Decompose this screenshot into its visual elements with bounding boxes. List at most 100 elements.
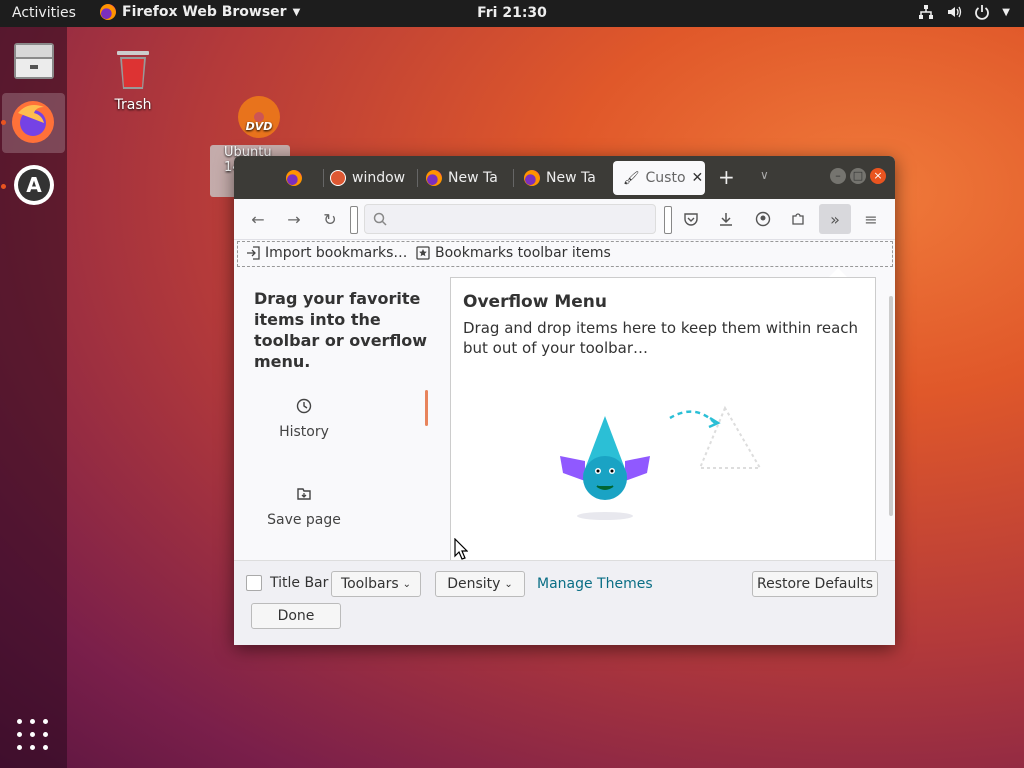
- account-icon: [755, 211, 771, 227]
- done-label: Done: [277, 608, 315, 624]
- files-dock-item[interactable]: [2, 33, 65, 93]
- bookmarks-toolbar-items[interactable]: Bookmarks toolbar items: [416, 245, 611, 261]
- title-bar-checkbox[interactable]: [246, 575, 262, 591]
- close-button[interactable]: ×: [870, 168, 886, 184]
- overflow-menu-button[interactable]: »: [819, 204, 851, 234]
- firefox-icon: [12, 101, 54, 143]
- toolbars-dropdown[interactable]: Toolbars ⌄: [331, 571, 421, 597]
- minimize-button[interactable]: –: [830, 168, 846, 184]
- density-dropdown[interactable]: Density ⌄: [435, 571, 525, 597]
- trash-icon: [117, 51, 149, 89]
- palette-intro: Drag your favorite items into the toolba…: [254, 289, 428, 371]
- palette-item-label: History: [279, 424, 329, 440]
- flexible-space[interactable]: [350, 206, 358, 234]
- dock: A: [0, 27, 67, 768]
- customize-footer: Title Bar Toolbars ⌄ Density ⌄ Manage Th…: [234, 560, 895, 645]
- bookmark-star-icon: [416, 246, 430, 260]
- software-updater-icon: A: [14, 165, 54, 205]
- title-bar-toggle[interactable]: Title Bar: [246, 575, 328, 591]
- running-indicator: [1, 120, 6, 125]
- tab-window[interactable]: window: [320, 161, 418, 195]
- overflow-title: Overflow Menu: [463, 292, 608, 312]
- tab-firefox-view[interactable]: [276, 161, 324, 195]
- firefox-icon: [426, 170, 442, 186]
- back-arrow-icon: ←: [251, 209, 265, 229]
- firefox-dock-item[interactable]: [2, 93, 65, 153]
- forward-arrow-icon: →: [287, 209, 301, 229]
- reload-icon: ↻: [323, 209, 337, 229]
- tab-label: New Ta: [546, 170, 596, 186]
- firefox-icon: [524, 170, 540, 186]
- flexible-space[interactable]: [664, 206, 672, 234]
- app-menu-button[interactable]: ≡: [857, 206, 885, 232]
- import-bookmarks-label: Import bookmarks…: [265, 245, 408, 261]
- dragon-illustration: [560, 405, 762, 520]
- overflow-arrow: [829, 268, 847, 277]
- close-tab-icon[interactable]: ✕: [692, 170, 704, 186]
- pocket-icon: [684, 213, 698, 226]
- forward-button[interactable]: →: [280, 206, 308, 232]
- top-bar: Activities Firefox Web Browser ▼ Fri 21:…: [0, 0, 1024, 27]
- tab-label: New Ta: [448, 170, 498, 186]
- density-label: Density: [447, 576, 501, 592]
- double-chevron-right-icon: »: [830, 209, 840, 229]
- downloads-button[interactable]: [712, 206, 740, 232]
- overflow-description: Drag and drop items here to keep them wi…: [463, 319, 859, 357]
- download-icon: [720, 213, 732, 226]
- dvd-icon: DVD: [238, 96, 280, 138]
- trash-desktop-icon[interactable]: Trash: [104, 45, 162, 113]
- reload-button[interactable]: ↻: [316, 206, 344, 232]
- firefox-icon: [286, 170, 302, 186]
- back-button[interactable]: ←: [244, 206, 272, 232]
- list-all-tabs-button[interactable]: ∨: [760, 168, 769, 182]
- svg-text:A: A: [26, 173, 42, 197]
- account-button[interactable]: [749, 206, 777, 232]
- maximize-button[interactable]: □: [850, 168, 866, 184]
- palette-scrollbar[interactable]: [425, 390, 428, 426]
- new-tab-button[interactable]: +: [718, 165, 735, 189]
- hamburger-menu-icon: ≡: [864, 209, 878, 229]
- save-page-icon: [297, 488, 311, 500]
- palette-item-history[interactable]: History: [234, 398, 374, 440]
- customize-palette: Drag your favorite items into the toolba…: [234, 268, 449, 560]
- title-bar-label: Title Bar: [270, 575, 329, 591]
- clock[interactable]: Fri 21:30: [0, 5, 1024, 21]
- tab-label: window: [352, 170, 406, 186]
- extensions-button[interactable]: [784, 206, 812, 232]
- tab-label: Custo: [645, 170, 686, 186]
- puzzle-piece-icon: [792, 213, 804, 225]
- show-applications-icon[interactable]: [17, 719, 50, 752]
- power-icon: [975, 5, 990, 20]
- network-icon: [919, 5, 934, 19]
- volume-icon: [948, 6, 962, 18]
- done-button[interactable]: Done: [251, 603, 341, 629]
- software-updater-dock-item[interactable]: A: [2, 157, 65, 217]
- import-bookmarks-button[interactable]: Import bookmarks…: [246, 245, 407, 261]
- tab-bar: window New Ta New Ta 🖌 Custo ✕ + ∨ – □ ×: [234, 156, 895, 199]
- dvd-badge: DVD: [246, 120, 273, 133]
- firefox-window: window New Ta New Ta 🖌 Custo ✕ + ∨ – □ ×…: [234, 156, 895, 645]
- overflow-menu-panel[interactable]: Overflow Menu Drag and drop items here t…: [450, 277, 876, 562]
- import-icon: [247, 246, 260, 260]
- tab-customize[interactable]: 🖌 Custo ✕: [613, 161, 705, 195]
- palette-item-label: Save page: [267, 512, 341, 528]
- tab-new-tab-2[interactable]: New Ta: [514, 161, 612, 195]
- running-indicator: [1, 184, 6, 189]
- paintbrush-icon: 🖌: [623, 170, 640, 186]
- overflow-scrollbar[interactable]: [889, 296, 893, 516]
- bookmarks-toolbar: Import bookmarks… Bookmarks toolbar item…: [237, 241, 893, 267]
- tab-new-tab-1[interactable]: New Ta: [416, 161, 514, 195]
- system-tray[interactable]: ▼: [918, 4, 1010, 20]
- pocket-button[interactable]: [677, 206, 705, 232]
- trash-label: Trash: [114, 97, 152, 113]
- chevron-down-icon: ⌄: [504, 578, 513, 590]
- restore-defaults-button[interactable]: Restore Defaults: [752, 571, 878, 597]
- chevron-down-icon: ⌄: [402, 578, 412, 590]
- duckduckgo-icon: [330, 170, 346, 186]
- nav-bar: ← → ↻ » ≡: [234, 199, 895, 240]
- palette-item-save-page[interactable]: Save page: [234, 486, 374, 528]
- search-icon: [373, 212, 387, 226]
- manage-themes-link[interactable]: Manage Themes: [537, 576, 653, 592]
- url-bar[interactable]: [364, 204, 656, 234]
- clock-icon: [296, 398, 312, 414]
